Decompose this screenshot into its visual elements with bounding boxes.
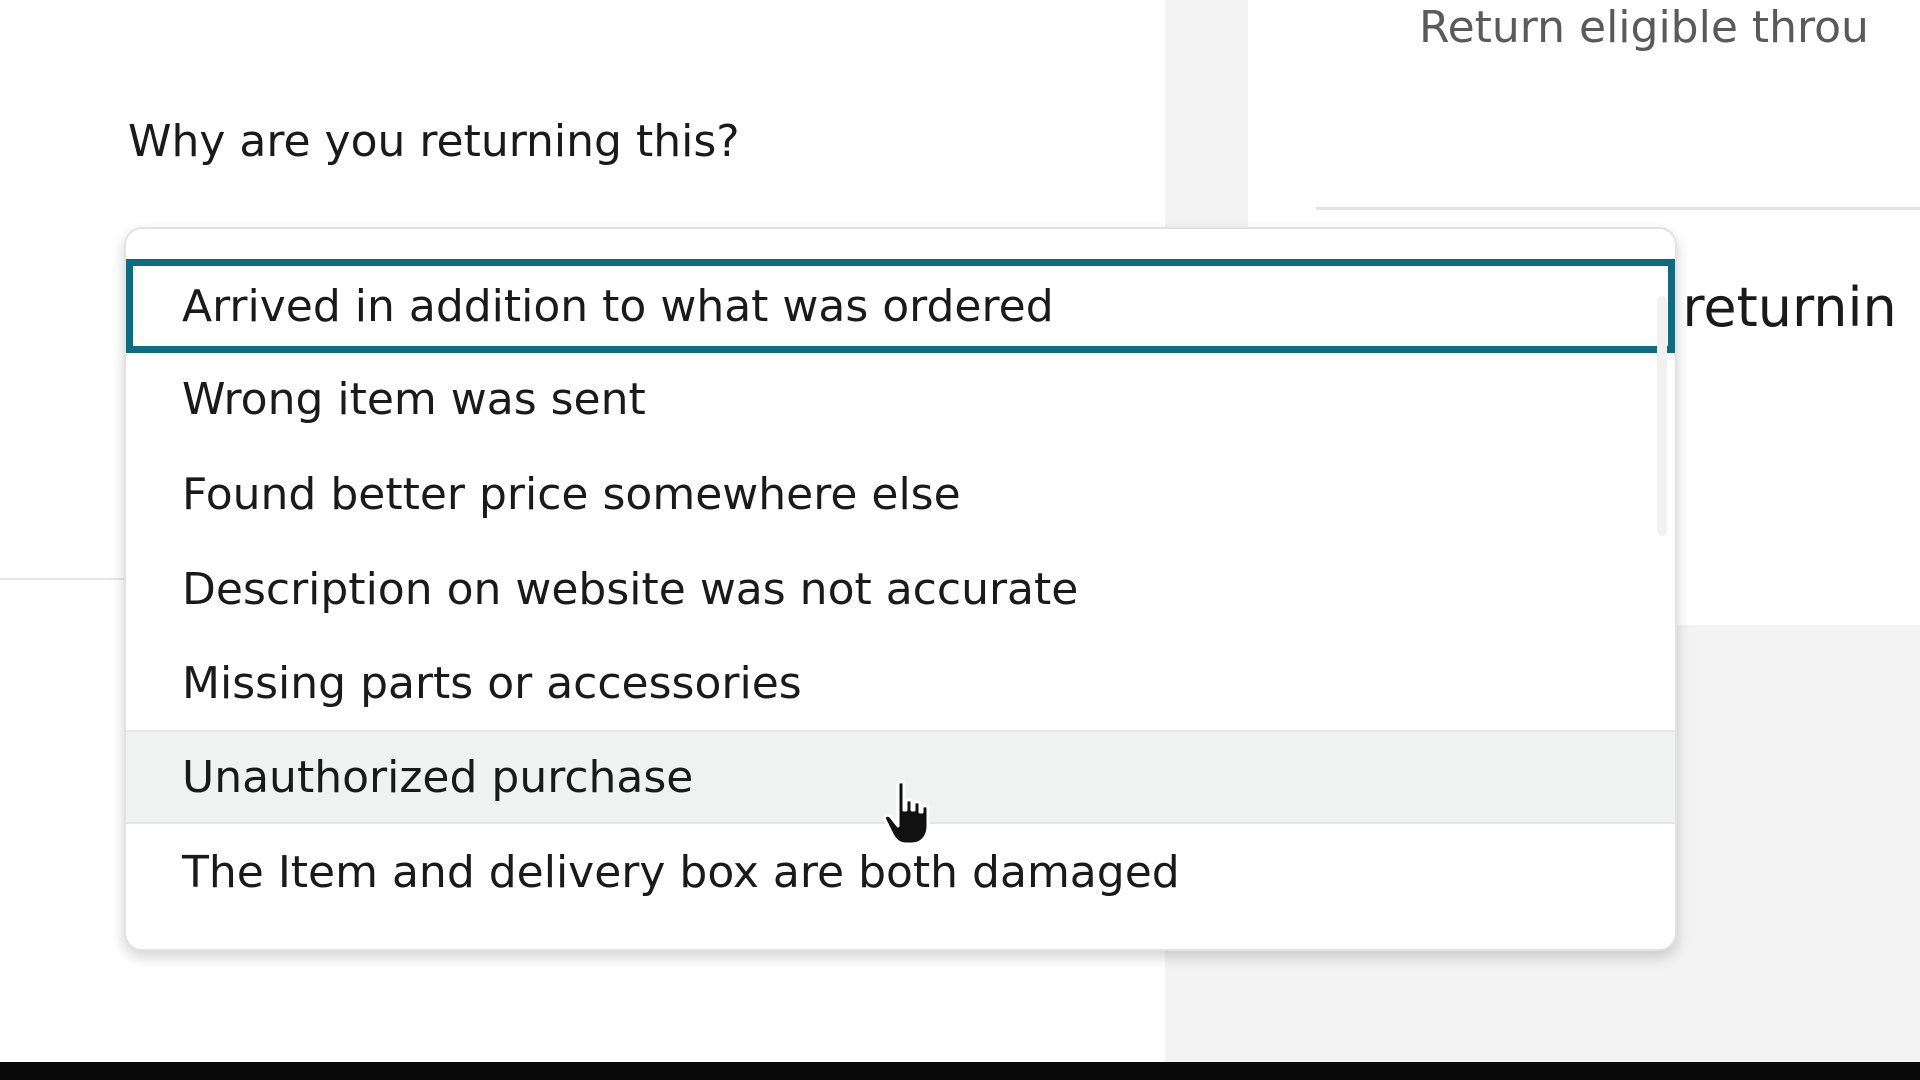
option-label: Missing parts or accessories [182,657,802,709]
reason-option-wrong-item[interactable]: Wrong item was sent [126,352,1675,446]
return-eligible-text: Return eligible throu [1419,2,1869,53]
return-reason-question: Why are you returning this? [128,116,740,167]
right-divider [1316,207,1920,210]
reason-option-missing-parts[interactable]: Missing parts or accessories [126,636,1675,730]
hand-pointer-icon [883,780,930,846]
option-label: Found better price somewhere else [182,468,961,520]
option-label: Arrived in addition to what was ordered [182,280,1054,332]
dropdown-scrollbar[interactable] [1657,296,1667,536]
option-label: Wrong item was sent [182,373,646,425]
reason-option-arrived-in-addition[interactable]: Arrived in addition to what was ordered [126,259,1675,353]
option-label: Unauthorized purchase [182,751,694,803]
option-label: The Item and delivery box are both damag… [182,846,1180,898]
option-label: Description on website was not accurate [182,563,1079,615]
reason-option-description-inaccurate[interactable]: Description on website was not accurate [126,542,1675,636]
reason-option-better-price[interactable]: Found better price somewhere else [126,447,1675,541]
bottom-black-bar [0,1062,1920,1080]
return-reason-page: Return eligible throu e returnin Why are… [0,0,1920,1080]
